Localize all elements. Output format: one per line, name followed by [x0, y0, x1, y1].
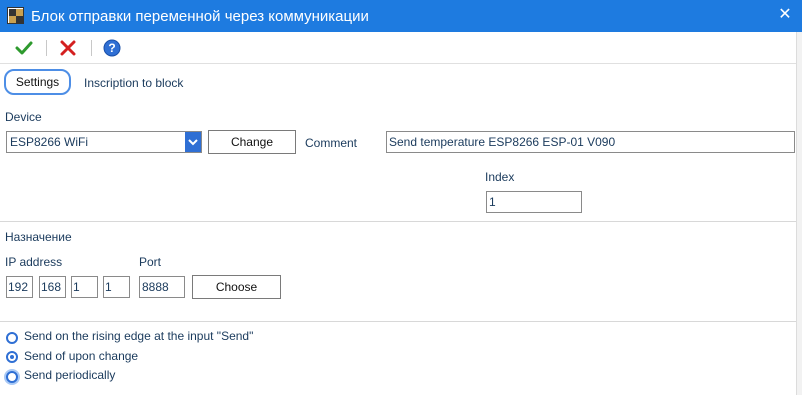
toolbar-separator: [91, 40, 92, 56]
radio-upon-change-label[interactable]: Send of upon change: [24, 349, 138, 363]
app-icon: [7, 7, 24, 24]
ok-icon[interactable]: [14, 38, 34, 58]
index-label: Index: [485, 170, 515, 184]
radio-upon-change[interactable]: [6, 351, 18, 363]
change-button[interactable]: Change: [208, 130, 296, 154]
comment-field[interactable]: [386, 131, 795, 153]
ip-label: IP address: [5, 255, 63, 269]
ip-octet-4[interactable]: [103, 276, 130, 298]
ip-octet-3[interactable]: [71, 276, 98, 298]
comment-label: Comment: [305, 136, 358, 150]
radio-periodically[interactable]: [6, 371, 18, 383]
toolbar: ?: [0, 32, 802, 64]
radio-rising-edge-label[interactable]: Send on the rising edge at the input "Se…: [24, 329, 253, 343]
help-icon[interactable]: ?: [102, 38, 122, 58]
device-select[interactable]: ESP8266 WiFi: [6, 131, 202, 153]
device-label: Device: [5, 110, 42, 124]
svg-text:?: ?: [108, 41, 115, 55]
chevron-down-icon[interactable]: [185, 132, 201, 152]
tab-inscription[interactable]: Inscription to block: [84, 76, 183, 90]
window-title: Блок отправки переменной через коммуника…: [31, 8, 369, 25]
destination-heading: Назначение: [5, 230, 72, 244]
radio-rising-edge[interactable]: [6, 332, 18, 344]
index-field[interactable]: [486, 191, 582, 213]
divider: [0, 221, 796, 222]
title-bar: Блок отправки переменной через коммуника…: [0, 0, 802, 32]
port-label: Port: [139, 255, 162, 269]
divider: [0, 321, 796, 322]
tab-settings[interactable]: Settings: [4, 69, 71, 95]
choose-button[interactable]: Choose: [192, 275, 281, 299]
toolbar-separator: [46, 40, 47, 56]
window-edge: [796, 32, 802, 395]
ip-octet-1[interactable]: [6, 276, 33, 298]
radio-periodically-label[interactable]: Send periodically: [24, 368, 115, 382]
ip-octet-2[interactable]: [39, 276, 66, 298]
device-select-value: ESP8266 WiFi: [10, 135, 89, 149]
close-icon[interactable]: ✕: [776, 6, 794, 24]
port-field[interactable]: [139, 276, 185, 298]
cancel-icon[interactable]: [58, 38, 78, 58]
